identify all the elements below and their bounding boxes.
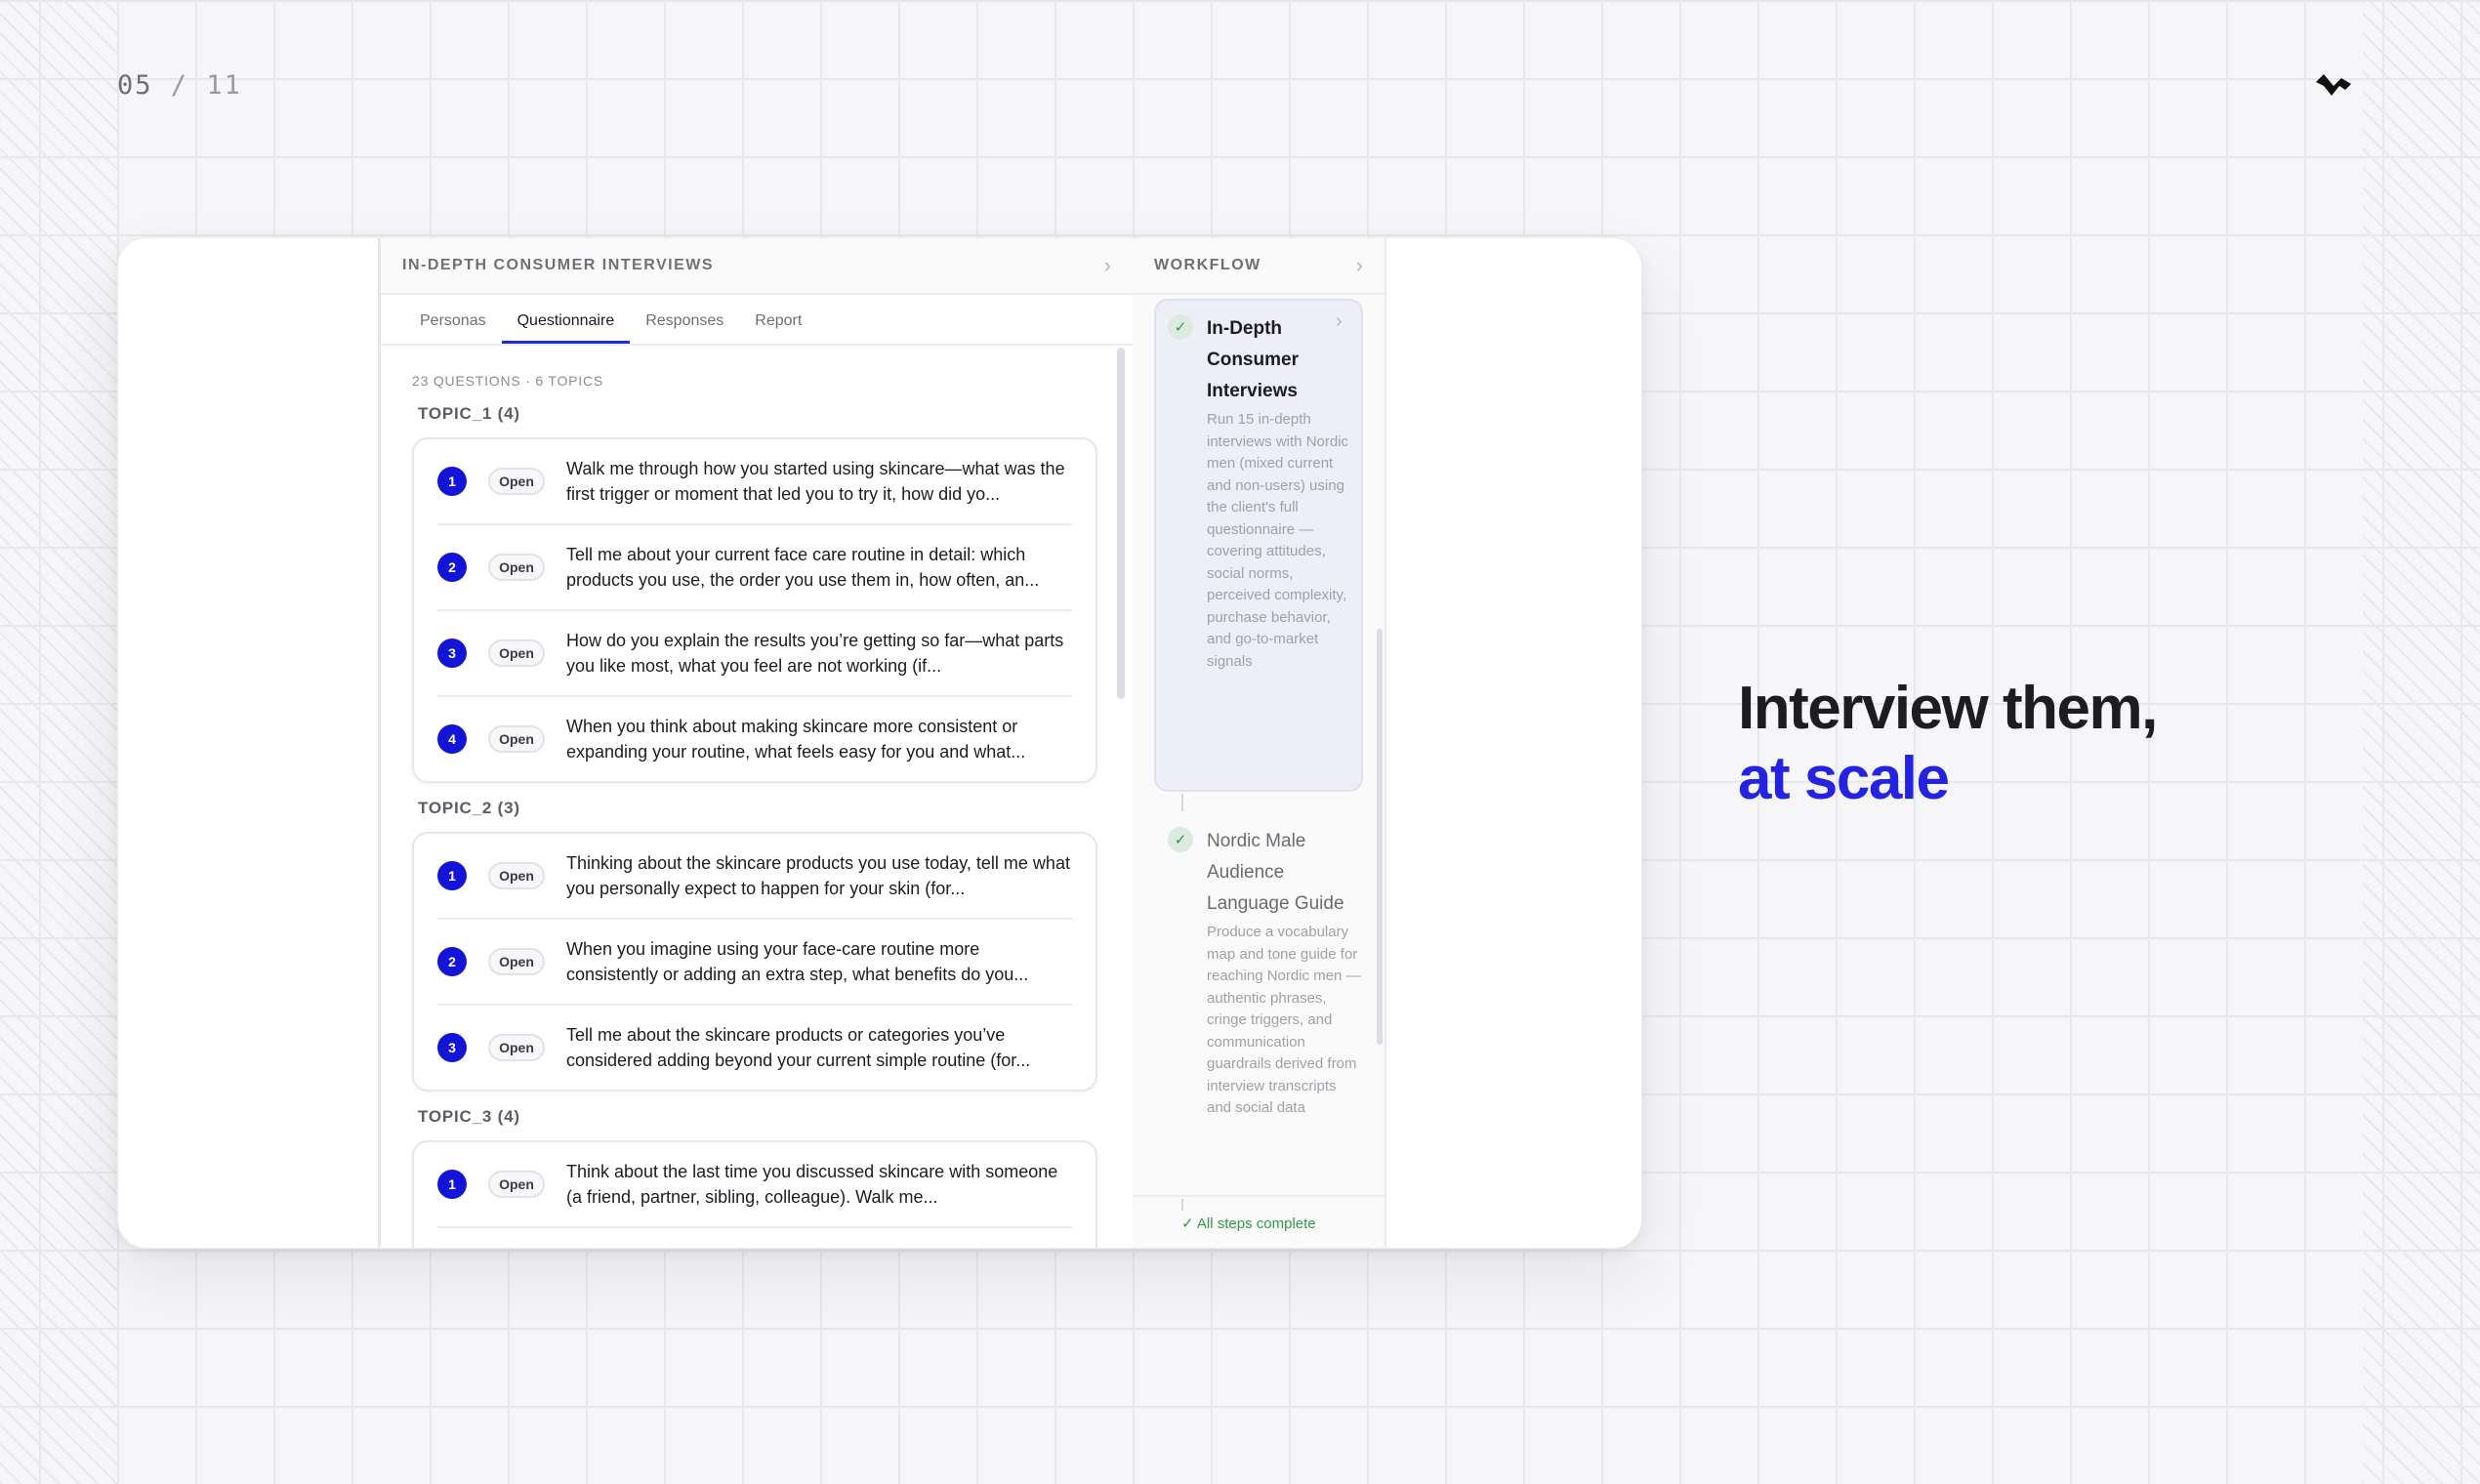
question-text: Think about the last time you discussed … xyxy=(566,1162,1058,1207)
workflow-scrollbar[interactable] xyxy=(1377,629,1383,1045)
question-type-badge: Open xyxy=(488,1034,545,1061)
question-row[interactable]: 3 Open Tell me about the skincare produc… xyxy=(437,1006,1072,1090)
question-type-badge: Open xyxy=(488,468,545,495)
slide-total: 11 xyxy=(206,70,242,101)
question-text: Thinking about the skincare products you… xyxy=(566,853,1070,898)
question-row[interactable]: 1 Open Walk me through how you started u… xyxy=(437,439,1072,525)
topic-card: 1 Open Think about the last time you dis… xyxy=(412,1140,1097,1248)
headline-line-1: Interview them, xyxy=(1738,675,2158,742)
workflow-connector xyxy=(1181,794,1183,811)
left-sidebar xyxy=(118,238,381,1248)
tab-report[interactable]: Report xyxy=(739,312,817,344)
question-text: How do you explain the results you’re ge… xyxy=(566,631,1064,676)
workflow-title: WORKFLOW xyxy=(1154,257,1261,273)
question-row[interactable]: 1 Open Think about the last time you dis… xyxy=(437,1142,1072,1228)
question-text: When you imagine using your face-care ro… xyxy=(566,939,1029,984)
workflow-step-description: Produce a vocabulary map and tone guide … xyxy=(1207,924,1361,1116)
question-number: 2 xyxy=(437,947,467,976)
topic-card: 1 Open Thinking about the skincare produ… xyxy=(412,832,1097,1092)
question-number: 3 xyxy=(437,1033,467,1062)
workflow-footer-divider xyxy=(1133,1195,1385,1197)
topic-heading: TOPIC_3 (4) xyxy=(418,1107,520,1126)
check-icon: ✓ xyxy=(1181,1216,1197,1232)
panel-title: IN-DEPTH CONSUMER INTERVIEWS xyxy=(402,257,715,273)
question-text: Tell me about the skincare products or c… xyxy=(566,1025,1031,1070)
question-row[interactable]: 4 Open When you think about making skinc… xyxy=(437,697,1072,781)
question-number: 1 xyxy=(437,1170,467,1199)
question-number: 3 xyxy=(437,639,467,668)
question-type-badge: Open xyxy=(488,862,545,889)
question-number: 1 xyxy=(437,861,467,890)
workflow-status-text: All steps complete xyxy=(1196,1216,1316,1232)
chevron-right-icon[interactable]: › xyxy=(1104,253,1111,278)
question-type-badge: Open xyxy=(488,639,545,667)
check-icon: ✓ xyxy=(1168,314,1193,340)
chevron-right-icon[interactable]: › xyxy=(1356,253,1363,278)
brand-logo-icon xyxy=(2316,74,2351,96)
questions-meta: 23 QUESTIONS · 6 TOPICS xyxy=(412,373,604,389)
workflow-step-title: In-Depth Consumer Interviews xyxy=(1207,318,1299,401)
tab-personas[interactable]: Personas xyxy=(404,312,502,344)
tab-responses[interactable]: Responses xyxy=(630,312,739,344)
question-row[interactable]: 2 Open When you imagine using your face-… xyxy=(437,920,1072,1006)
workflow-step-title[interactable]: Nordic Male Audience Language Guide xyxy=(1207,826,1363,920)
app-window: IN-DEPTH CONSUMER INTERVIEWS › Personas … xyxy=(117,237,1642,1249)
questions-list: 23 QUESTIONS · 6 TOPICS TOPIC_1 (4) 1 Op… xyxy=(381,344,1133,1248)
workflow-header: WORKFLOW › xyxy=(1133,238,1385,295)
question-number: 2 xyxy=(437,553,467,582)
question-type-badge: Open xyxy=(488,725,545,753)
topic-card: 1 Open Walk me through how you started u… xyxy=(412,437,1097,783)
question-row[interactable]: 3 Open How do you explain the results yo… xyxy=(437,611,1072,697)
main-header: IN-DEPTH CONSUMER INTERVIEWS › xyxy=(381,238,1133,295)
question-type-badge: Open xyxy=(488,948,545,975)
question-row-partial[interactable] xyxy=(437,1228,1072,1248)
slide-separator: / xyxy=(170,70,189,101)
right-hatch-border xyxy=(2363,0,2480,1484)
main-panel: IN-DEPTH CONSUMER INTERVIEWS › Personas … xyxy=(381,238,1135,1248)
tab-questionnaire[interactable]: Questionnaire xyxy=(501,312,631,344)
headline-line-2: at scale xyxy=(1738,745,1950,812)
workflow-step-description: Run 15 in-depth interviews with Nordic m… xyxy=(1207,411,1349,670)
slide-current: 05 xyxy=(117,70,153,101)
topic-heading: TOPIC_1 (4) xyxy=(418,404,520,423)
question-text: Tell me about your current face care rou… xyxy=(566,545,1040,590)
left-hatch-border xyxy=(0,0,117,1484)
topic-heading: TOPIC_2 (3) xyxy=(418,799,520,817)
question-number: 1 xyxy=(437,467,467,496)
question-row[interactable]: 1 Open Thinking about the skincare produ… xyxy=(437,834,1072,920)
question-text: When you think about making skincare mor… xyxy=(566,717,1026,762)
question-row[interactable]: 2 Open Tell me about your current face c… xyxy=(437,525,1072,611)
question-text: Walk me through how you started using sk… xyxy=(566,459,1065,504)
check-icon: ✓ xyxy=(1168,827,1193,852)
slide-counter: 05 / 11 xyxy=(117,70,242,101)
tab-bar: Personas Questionnaire Responses Report xyxy=(381,295,1133,346)
question-number: 4 xyxy=(437,724,467,754)
workflow-panel: WORKFLOW › ✓ › In-Depth Consumer Intervi… xyxy=(1133,238,1386,1248)
slide-headline: Interview them, at scale xyxy=(1738,674,2158,814)
question-type-badge: Open xyxy=(488,1171,545,1198)
workflow-connector xyxy=(1181,1199,1183,1211)
question-type-badge: Open xyxy=(488,554,545,581)
workflow-status: ✓ All steps complete xyxy=(1181,1215,1316,1232)
